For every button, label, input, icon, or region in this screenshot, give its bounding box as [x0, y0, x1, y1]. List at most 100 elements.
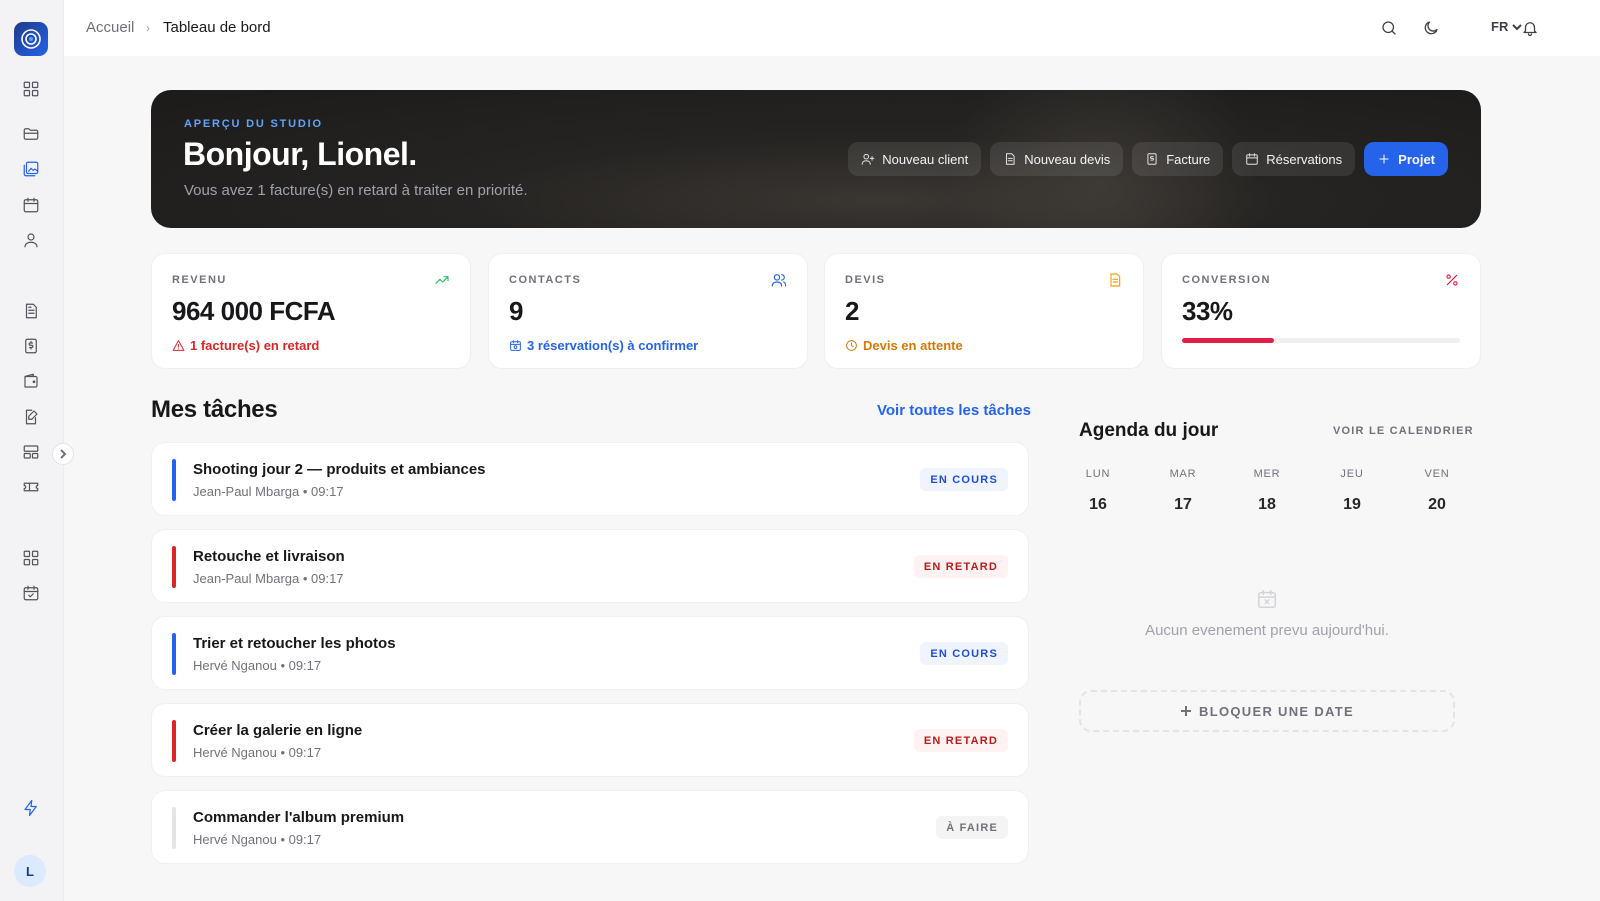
task-status-bar	[172, 459, 176, 501]
sidebar-item-quotes[interactable]	[20, 300, 42, 322]
new-quote-button[interactable]: Nouveau devis	[990, 142, 1124, 176]
day-number: 17	[1174, 496, 1192, 513]
agenda-day[interactable]: VEN 20	[1407, 468, 1467, 514]
sidebar-item-payments[interactable]	[20, 370, 42, 392]
sidebar-item-apps[interactable]	[20, 547, 42, 569]
sidebar-item-dashboard[interactable]	[20, 78, 42, 100]
task-title: Créer la galerie en ligne	[193, 722, 363, 739]
day-name: LUN	[1085, 468, 1111, 480]
task-item[interactable]: Commander l'album premium Hervé Nganou •…	[151, 790, 1029, 864]
kpi-card-revenue[interactable]: REVENU 964 000 FCFA 1 facture(s) en reta…	[151, 253, 471, 369]
sidebar-item-projects[interactable]	[20, 123, 42, 145]
sidebar-item-contracts[interactable]	[20, 406, 42, 428]
agenda-day[interactable]: LUN 16	[1068, 468, 1128, 514]
bookings-button[interactable]: Réservations	[1232, 142, 1356, 176]
sidebar-item-upgrade[interactable]	[20, 797, 42, 819]
block-date-button[interactable]: BLOQUER UNE DATE	[1079, 690, 1455, 732]
warning-icon	[172, 340, 185, 351]
kpi-note-text: 3 réservation(s) à confirmer	[527, 338, 699, 353]
task-item[interactable]: Shooting jour 2 — produits et ambiances …	[151, 442, 1029, 516]
banner-eyebrow: APERÇU DU STUDIO	[184, 118, 323, 130]
breadcrumb-current: Tableau de bord	[163, 19, 271, 36]
kpi-label: REVENU	[172, 274, 227, 286]
trend-up-icon	[434, 272, 450, 288]
breadcrumb-separator: ›	[146, 21, 150, 35]
grid-icon	[23, 550, 39, 566]
calendar-icon	[23, 197, 39, 213]
studio-overview-banner: APERÇU DU STUDIO Bonjour, Lionel. Vous a…	[151, 90, 1481, 228]
plus-icon	[1379, 154, 1389, 164]
new-client-button[interactable]: Nouveau client	[848, 142, 982, 176]
task-meta: Hervé Nganou • 09:17	[193, 658, 322, 673]
kpi-note[interactable]: Devis en attente	[845, 338, 963, 353]
agenda-day[interactable]: MAR 17	[1153, 468, 1213, 514]
kpi-label: CONVERSION	[1182, 274, 1271, 286]
theme-toggle[interactable]	[1420, 17, 1442, 39]
kpi-value: 964 000 FCFA	[172, 296, 336, 326]
language-selector[interactable]: FR	[1491, 19, 1523, 34]
status-badge: À FAIRE	[936, 816, 1008, 839]
agenda-empty-message: Aucun evenement prevu aujourd'hui.	[1145, 622, 1389, 639]
task-item[interactable]: Trier et retoucher les photos Hervé Ngan…	[151, 616, 1029, 690]
chevron-right-icon	[60, 449, 67, 459]
language-label: FR	[1491, 19, 1509, 34]
task-meta: Hervé Nganou • 09:17	[193, 832, 322, 847]
quick-actions: Nouveau client Nouveau devis Facture Rés…	[848, 142, 1448, 176]
kpi-card-contacts[interactable]: CONTACTS 9 3 réservation(s) à confirmer	[488, 253, 808, 369]
kpi-note[interactable]: 1 facture(s) en retard	[172, 338, 319, 353]
kpi-card-conversion[interactable]: CONVERSION 33%	[1161, 253, 1481, 369]
kpi-note[interactable]: 3 réservation(s) à confirmer	[509, 338, 698, 353]
search-button[interactable]	[1378, 17, 1400, 39]
layout-icon	[23, 445, 39, 459]
notifications-button[interactable]	[1519, 17, 1541, 39]
task-status-bar	[172, 633, 176, 675]
agenda-day[interactable]: MER 18	[1237, 468, 1297, 514]
sidebar-item-tickets[interactable]	[20, 476, 42, 498]
avatar[interactable]: L	[14, 855, 46, 887]
sidebar-expand-button[interactable]	[52, 443, 74, 465]
new-project-button[interactable]: Projet	[1364, 142, 1448, 176]
task-status-bar	[172, 720, 176, 762]
sidebar-item-clients[interactable]	[20, 229, 42, 251]
day-name: JEU	[1340, 468, 1364, 480]
agenda-title: Agenda du jour	[1079, 420, 1219, 441]
sidebar-item-galleries[interactable]	[20, 158, 42, 180]
task-item[interactable]: Créer la galerie en ligne Hervé Nganou •…	[151, 703, 1029, 777]
status-badge: EN COURS	[920, 468, 1008, 491]
day-number: 19	[1343, 496, 1361, 513]
document-icon	[25, 303, 37, 319]
day-number: 18	[1258, 496, 1276, 513]
sidebar-item-invoices[interactable]	[20, 335, 42, 357]
progress-fill	[1182, 338, 1274, 343]
breadcrumb-home[interactable]: Accueil	[86, 19, 134, 36]
invoice-button[interactable]: Facture	[1132, 142, 1224, 176]
task-item[interactable]: Retouche et livraison Jean-Paul Mbarga •…	[151, 529, 1029, 603]
status-badge: EN RETARD	[913, 555, 1008, 578]
camera-lens-icon	[21, 29, 41, 49]
day-name: VEN	[1424, 468, 1450, 480]
task-meta: Jean-Paul Mbarga • 09:17	[193, 484, 344, 499]
search-icon	[1382, 21, 1396, 35]
kpi-value: 2	[845, 296, 859, 326]
agenda-day[interactable]: JEU 19	[1322, 468, 1382, 514]
task-status-bar	[172, 546, 176, 588]
status-badge: EN RETARD	[913, 729, 1008, 752]
app-logo[interactable]	[14, 22, 48, 56]
new-quote-label: Nouveau devis	[1024, 151, 1111, 167]
block-date-label: BLOQUER UNE DATE	[1199, 703, 1354, 719]
task-status-bar	[172, 807, 176, 849]
calendar-check-icon	[23, 585, 39, 601]
sidebar-item-templates[interactable]	[20, 441, 42, 463]
document-icon	[1006, 153, 1015, 165]
document-icon	[1107, 272, 1123, 288]
kpi-card-quotes[interactable]: DEVIS 2 Devis en attente	[824, 253, 1144, 369]
calendar-icon	[1246, 153, 1259, 165]
sidebar-item-planning[interactable]	[20, 582, 42, 604]
see-all-tasks-link[interactable]: Voir toutes les tâches	[877, 402, 1031, 419]
day-name: MER	[1253, 468, 1281, 480]
task-title: Trier et retoucher les photos	[193, 635, 396, 652]
sidebar-item-calendar[interactable]	[20, 194, 42, 216]
kpi-label: DEVIS	[845, 274, 886, 286]
view-calendar-link[interactable]: VOIR LE CALENDRIER	[1333, 425, 1474, 437]
invoice-icon	[1147, 153, 1157, 165]
